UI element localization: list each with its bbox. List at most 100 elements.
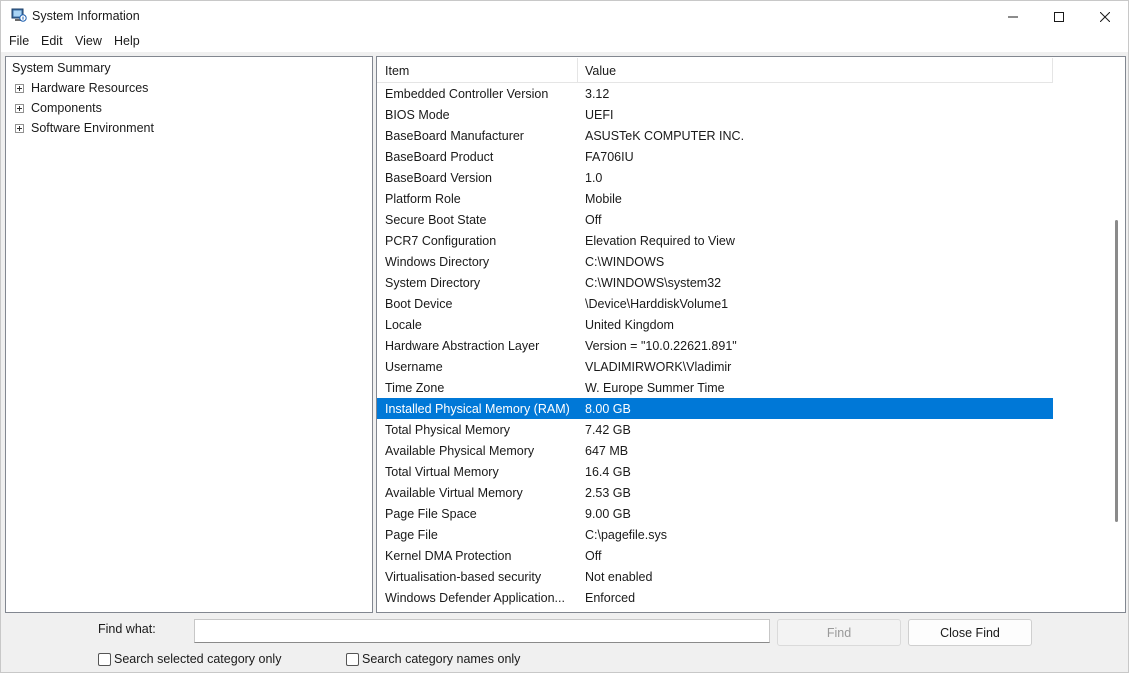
table-row[interactable]: Available Virtual Memory 2.53 GB [377,482,1053,503]
menu-edit[interactable]: Edit [41,34,63,48]
window-title: System Information [32,9,140,23]
row-item-cell: Available Virtual Memory [385,486,523,500]
row-item-cell: Virtualisation-based security [385,570,542,584]
details-list[interactable]: Item Value Embedded Controller Version 3.… [376,56,1126,613]
close-button[interactable] [1082,1,1128,32]
menu-view[interactable]: View [75,34,102,48]
vertical-scrollbar[interactable] [1110,57,1125,612]
table-row[interactable]: Total Physical Memory 7.42 GB [377,419,1053,440]
table-row[interactable]: Hardware Abstraction Layer Version = "10.… [377,335,1053,356]
row-item-cell: BaseBoard Version [385,171,493,185]
search-selected-category-checkbox[interactable]: Search selected category only [98,651,281,667]
table-row[interactable]: Windows Directory C:\WINDOWS [377,251,1053,272]
tree-item-label: System Summary [12,61,111,75]
row-value-cell: Not enabled [585,570,653,584]
scrollbar-thumb[interactable] [1115,220,1118,522]
row-value-cell: 647 MB [585,444,629,458]
table-row[interactable]: Installed Physical Memory (RAM) 8.00 GB [377,398,1053,419]
table-row[interactable]: Kernel DMA Protection Off [377,545,1053,566]
row-item-cell: BaseBoard Product [385,150,494,164]
row-value-cell: 8.00 GB [585,402,631,416]
row-item-cell: Locale [385,318,422,332]
table-row[interactable]: BaseBoard Product FA706IU [377,146,1053,167]
row-item-cell: Available Physical Memory [385,444,535,458]
table-row[interactable]: Boot Device \Device\HarddiskVolume1 [377,293,1053,314]
row-item-cell: Windows Defender Application... [385,591,565,605]
table-row[interactable]: BaseBoard Manufacturer ASUSTeK COMPUTER I… [377,125,1053,146]
column-divider[interactable] [577,58,578,82]
row-item-cell: Username [385,360,443,374]
table-row[interactable]: Virtualisation-based security Not enabled [377,566,1053,587]
row-item-cell: PCR7 Configuration [385,234,497,248]
table-row[interactable]: Locale United Kingdom [377,314,1053,335]
row-value-cell: UEFI [585,108,614,122]
table-row[interactable]: Page File Space 9.00 GB [377,503,1053,524]
checkbox-label: Search category names only [362,652,521,666]
row-value-cell: 7.42 GB [585,423,631,437]
row-value-cell: United Kingdom [585,318,674,332]
table-row[interactable]: BaseBoard Version 1.0 [377,167,1053,188]
table-row[interactable]: System Directory C:\WINDOWS\system32 [377,272,1053,293]
table-row[interactable]: Page File C:\pagefile.sys [377,524,1053,545]
checkbox-box[interactable] [98,652,111,666]
find-button[interactable]: Find [777,619,901,646]
row-item-cell: Embedded Controller Version [385,87,549,101]
category-tree[interactable]: System Summary Hardware Resources Compon… [5,56,373,613]
minimize-button[interactable] [990,1,1036,32]
find-what-label: Find what: [98,622,156,636]
row-value-cell: Elevation Required to View [585,234,735,248]
menu-file[interactable]: File [9,34,29,48]
row-value-cell: Off [585,549,602,563]
expand-plus-icon[interactable] [15,84,24,93]
system-information-window: System Information File Edit View Help S… [0,0,1129,673]
row-item-cell: Platform Role [385,192,461,206]
table-row[interactable]: Total Virtual Memory 16.4 GB [377,461,1053,482]
table-row[interactable]: BIOS Mode UEFI [377,104,1053,125]
row-value-cell: 16.4 GB [585,465,631,479]
row-item-cell: Installed Physical Memory (RAM) [385,402,570,416]
maximize-icon [1054,11,1064,22]
row-item-cell: Page File [385,528,438,542]
expand-plus-icon[interactable] [15,104,24,113]
row-value-cell: Mobile [585,192,622,206]
row-item-cell: System Directory [385,276,481,290]
search-category-names-checkbox[interactable]: Search category names only [346,651,520,667]
row-item-cell: Hardware Abstraction Layer [385,339,540,353]
title-bar[interactable]: System Information [1,1,1128,32]
close-find-button[interactable]: Close Find [908,619,1032,646]
menu-help[interactable]: Help [114,34,140,48]
row-item-cell: Kernel DMA Protection [385,549,512,563]
table-row[interactable]: Embedded Controller Version 3.12 [377,83,1053,104]
checkbox-label: Search selected category only [114,652,282,666]
column-header-value[interactable]: Value [585,64,616,78]
tree-item-label: Components [31,101,102,115]
list-rows: Embedded Controller Version 3.12 BIOS Mode… [377,83,1053,608]
menu-bar: File Edit View Help [1,32,1128,52]
row-value-cell: 9.00 GB [585,507,631,521]
system-information-icon [11,8,27,22]
checkbox-box[interactable] [346,652,359,666]
row-value-cell: C:\WINDOWS [585,255,665,269]
table-row[interactable]: Platform Role Mobile [377,188,1053,209]
row-item-cell: Boot Device [385,297,453,311]
table-row[interactable]: Available Physical Memory 647 MB [377,440,1053,461]
expand-plus-icon[interactable] [15,124,24,133]
row-value-cell: 3.12 [585,87,610,101]
find-what-input[interactable] [194,619,770,643]
row-item-cell: Time Zone [385,381,445,395]
row-item-cell: Secure Boot State [385,213,487,227]
table-row[interactable]: PCR7 Configuration Elevation Required to … [377,230,1053,251]
table-row[interactable]: Time Zone W. Europe Summer Time [377,377,1053,398]
row-value-cell: Enforced [585,591,636,605]
tree-item-label: Hardware Resources [31,81,149,95]
table-row[interactable]: Secure Boot State Off [377,209,1053,230]
minimize-icon [1008,16,1018,17]
table-row[interactable]: Windows Defender Application... Enforced [377,587,1053,608]
maximize-button[interactable] [1036,1,1082,32]
row-item-cell: BIOS Mode [385,108,450,122]
column-divider[interactable] [1052,58,1053,82]
row-value-cell: 1.0 [585,171,603,185]
column-header-item[interactable]: Item [385,64,409,78]
row-value-cell: W. Europe Summer Time [585,381,725,395]
table-row[interactable]: Username VLADIMIRWORK\Vladimir [377,356,1053,377]
